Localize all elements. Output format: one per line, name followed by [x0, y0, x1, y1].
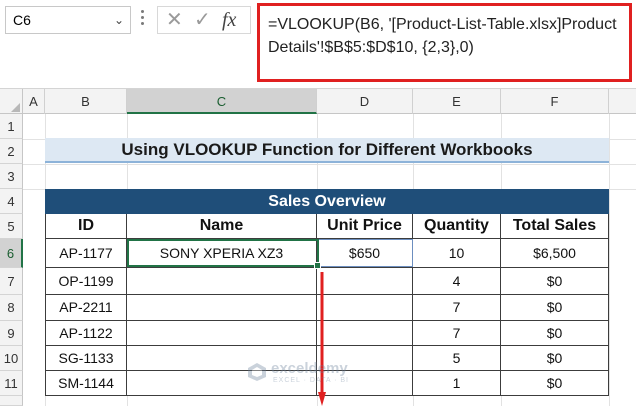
row-header-11[interactable]: 11 — [0, 371, 23, 396]
table-cell-quantity[interactable]: 1 — [413, 371, 501, 396]
row-header-2[interactable]: 2 — [0, 139, 23, 164]
row-header-6[interactable]: 6 — [0, 239, 23, 268]
table-cell-unit-price[interactable] — [317, 295, 413, 321]
gridline — [23, 164, 636, 165]
gridline — [609, 114, 610, 406]
watermark-tagline: EXCEL · DATA · BI — [273, 377, 349, 384]
table-cell-id[interactable]: AP-2211 — [45, 295, 127, 321]
table-cell-id[interactable]: OP-1199 — [45, 268, 127, 295]
table-cell-total-sales[interactable]: $0 — [501, 346, 609, 371]
row-header-9[interactable]: 9 — [0, 321, 23, 346]
column-header-d[interactable]: D — [317, 89, 413, 114]
watermark-name: exceldemy — [271, 360, 348, 377]
row-header-3[interactable]: 3 — [0, 164, 23, 189]
table-cell-quantity[interactable]: 7 — [413, 295, 501, 321]
row-header-1[interactable]: 1 — [0, 114, 23, 139]
cancel-icon[interactable]: ✕ — [166, 10, 183, 30]
table-header-name[interactable]: Name — [127, 214, 317, 239]
table-header-total-sales[interactable]: Total Sales — [501, 214, 609, 239]
table-cell-total-sales[interactable]: $0 — [501, 295, 609, 321]
table-caption[interactable]: Sales Overview — [45, 189, 609, 214]
table-cell-quantity[interactable]: 10 — [413, 239, 501, 268]
column-header-f[interactable]: F — [501, 89, 609, 114]
table-cell-id[interactable]: SG-1133 — [45, 346, 127, 371]
table-cell-unit-price[interactable] — [317, 268, 413, 295]
table-cell-name[interactable] — [127, 321, 317, 346]
fill-handle[interactable] — [314, 262, 321, 269]
column-header-e[interactable]: E — [413, 89, 501, 114]
table-cell-quantity[interactable]: 5 — [413, 346, 501, 371]
table-cell-quantity[interactable]: 4 — [413, 268, 501, 295]
row-header-4[interactable]: 4 — [0, 189, 23, 214]
table-cell-quantity[interactable]: 7 — [413, 321, 501, 346]
table-header-id[interactable]: ID — [45, 214, 127, 239]
table-cell-name[interactable] — [127, 295, 317, 321]
insert-function-icon[interactable]: fx — [222, 9, 236, 32]
select-all-button[interactable] — [0, 89, 23, 114]
secondary-selection — [317, 239, 413, 267]
enter-check-icon[interactable]: ✓ — [194, 10, 211, 30]
table-cell-name[interactable] — [127, 268, 317, 295]
row-header-8[interactable]: 8 — [0, 295, 23, 321]
table-cell-id[interactable]: AP-1122 — [45, 321, 127, 346]
watermark: exceldemy EXCEL · DATA · BI — [247, 360, 387, 390]
table-cell-total-sales[interactable]: $0 — [501, 371, 609, 396]
select-all-icon — [11, 103, 20, 112]
row-header-5[interactable]: 5 — [0, 214, 23, 239]
drag-handle-icon[interactable] — [141, 10, 145, 28]
formula-actions: ✕ ✓ fx — [157, 6, 251, 34]
table-cell-id[interactable]: SM-1144 — [45, 371, 127, 396]
table-cell-total-sales[interactable]: $0 — [501, 268, 609, 295]
exceldemy-logo-icon — [248, 363, 266, 381]
row-header-10[interactable]: 10 — [0, 346, 23, 371]
name-box[interactable]: C6 ⌄ — [5, 6, 131, 34]
table-header-unit-price[interactable]: Unit Price — [317, 214, 413, 239]
table-cell-unit-price[interactable] — [317, 321, 413, 346]
table-header-quantity[interactable]: Quantity — [413, 214, 501, 239]
chevron-down-icon[interactable]: ⌄ — [114, 7, 124, 33]
table-cell-total-sales[interactable]: $0 — [501, 321, 609, 346]
column-header-row: A B C D E F — [0, 88, 636, 114]
name-box-value: C6 — [13, 12, 31, 28]
formula-bar-area: C6 ⌄ ✕ ✓ fx =VLOOKUP(B6, '[Product-List-… — [0, 0, 636, 88]
table-cell-id[interactable]: AP-1177 — [45, 239, 127, 268]
sheet-title: Using VLOOKUP Function for Different Wor… — [45, 138, 609, 163]
row-header-7[interactable]: 7 — [0, 268, 23, 295]
row-header-12 — [0, 396, 23, 406]
table-cell-total-sales[interactable]: $6,500 — [501, 239, 609, 268]
active-cell-border — [127, 239, 319, 267]
formula-input[interactable]: =VLOOKUP(B6, '[Product-List-Table.xlsx]P… — [257, 3, 632, 82]
column-header-c[interactable]: C — [127, 89, 317, 114]
column-header-a[interactable]: A — [23, 89, 45, 114]
column-header-b[interactable]: B — [45, 89, 127, 114]
